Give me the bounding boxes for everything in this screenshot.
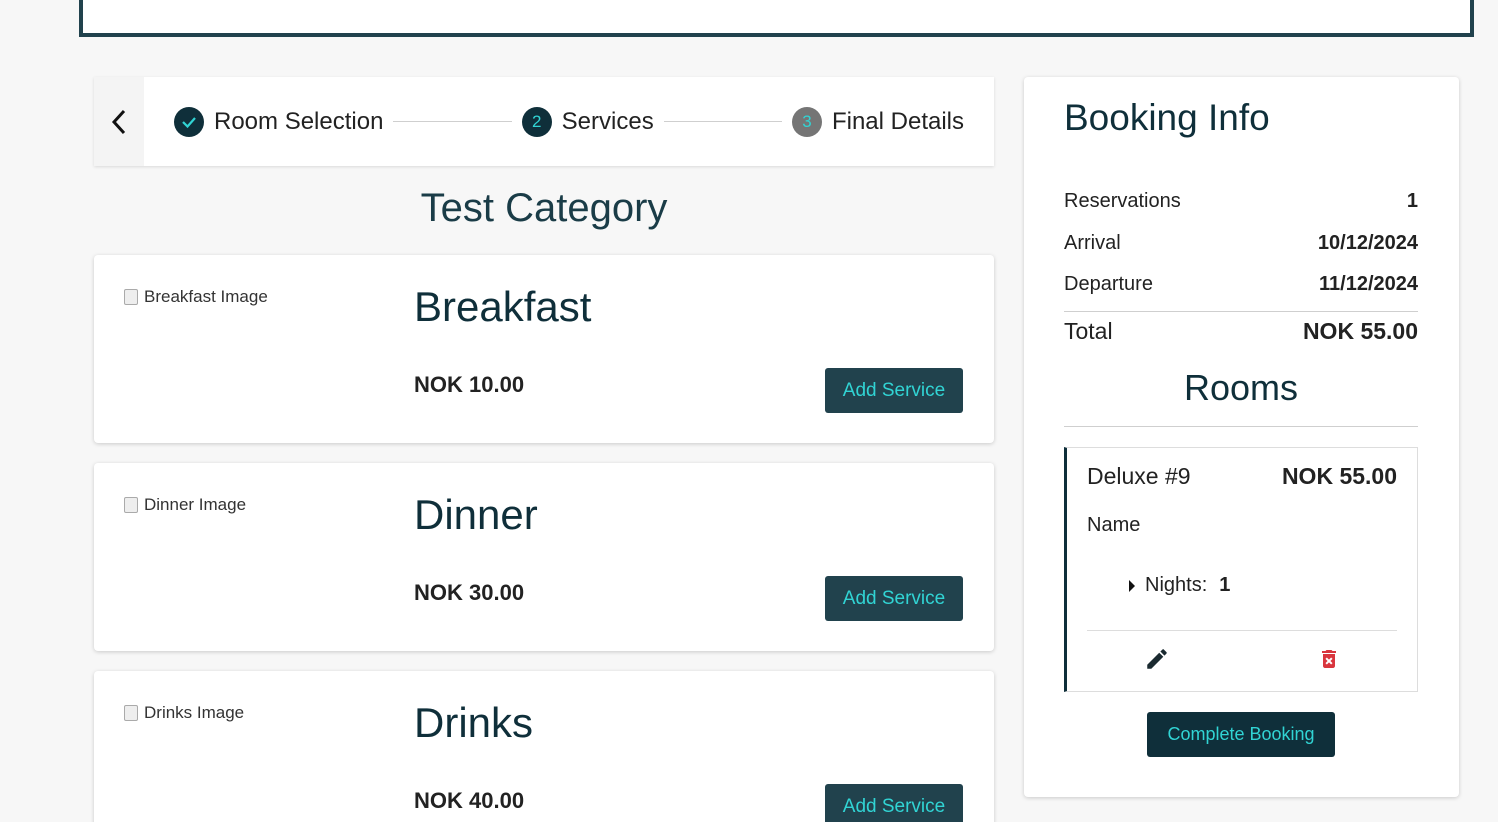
broken-image-icon bbox=[124, 289, 138, 305]
room-name: Deluxe #9 bbox=[1087, 463, 1191, 489]
service-card-dinner: Dinner Image Dinner NOK 30.00 Add Servic… bbox=[94, 463, 994, 651]
arrival-label: Arrival bbox=[1064, 232, 1121, 254]
total-value: NOK 55.00 bbox=[1302, 318, 1418, 344]
add-service-button[interactable]: Add Service bbox=[825, 368, 963, 413]
rooms-title: Rooms bbox=[1183, 367, 1299, 408]
step-connector bbox=[393, 121, 512, 122]
step-label: Final Details bbox=[831, 107, 964, 135]
check-icon bbox=[174, 106, 204, 137]
room-header: Deluxe #9 NOK 55.00 bbox=[1087, 463, 1397, 490]
chevron-left-icon bbox=[111, 109, 126, 134]
delete-room-button[interactable] bbox=[1317, 646, 1341, 677]
step-connector bbox=[663, 121, 782, 122]
service-card-breakfast: Breakfast Image Breakfast NOK 10.00 Add … bbox=[94, 255, 994, 443]
departure-label: Departure bbox=[1064, 273, 1153, 295]
top-banner bbox=[79, 0, 1474, 37]
trash-icon bbox=[1322, 650, 1336, 668]
service-name: Drinks bbox=[414, 699, 534, 746]
broken-image-icon bbox=[124, 497, 138, 513]
booking-info-panel: Booking Info Reservations 1 Arrival 10/1… bbox=[1024, 77, 1459, 797]
add-service-button[interactable]: Add Service bbox=[825, 576, 963, 621]
add-service-button[interactable]: Add Service bbox=[825, 784, 963, 822]
broken-image-icon bbox=[124, 705, 138, 721]
step-label: Room Selection bbox=[214, 107, 384, 135]
nights-label: Nights: bbox=[1145, 574, 1208, 596]
room-price: NOK 55.00 bbox=[1281, 463, 1397, 489]
service-image: Dinner Image bbox=[124, 495, 246, 515]
service-price: NOK 40.00 bbox=[414, 788, 525, 813]
caret-right-icon bbox=[1129, 579, 1135, 592]
reservations-label: Reservations bbox=[1064, 190, 1181, 212]
departure-row: Departure 11/12/2024 bbox=[1064, 273, 1418, 296]
guest-name-label: Name bbox=[1087, 514, 1141, 536]
step-services[interactable]: 2 Services bbox=[521, 106, 654, 137]
image-alt-text: Breakfast Image bbox=[144, 287, 268, 306]
service-card-drinks: Drinks Image Drinks NOK 40.00 Add Servic… bbox=[94, 671, 994, 822]
nights-value: 1 bbox=[1219, 574, 1231, 596]
back-button[interactable] bbox=[94, 77, 144, 166]
service-name: Dinner bbox=[414, 491, 538, 538]
category-title: Test Category bbox=[420, 186, 668, 230]
step-number: 2 bbox=[521, 106, 552, 137]
step-number: 3 bbox=[791, 106, 822, 137]
divider bbox=[1087, 630, 1397, 631]
complete-booking-button[interactable]: Complete Booking bbox=[1147, 712, 1335, 757]
arrival-value: 10/12/2024 bbox=[1317, 232, 1418, 254]
image-alt-text: Dinner Image bbox=[144, 495, 247, 514]
service-price: NOK 10.00 bbox=[414, 372, 525, 397]
booking-stepper: Room Selection 2 Services 3 Final Detail… bbox=[94, 77, 994, 166]
departure-value: 11/12/2024 bbox=[1319, 273, 1418, 295]
service-image: Drinks Image bbox=[124, 703, 244, 723]
service-image: Breakfast Image bbox=[124, 287, 268, 307]
booking-info-title: Booking Info bbox=[1064, 97, 1270, 138]
image-alt-text: Drinks Image bbox=[144, 703, 245, 722]
edit-room-button[interactable] bbox=[1144, 646, 1170, 677]
nights-toggle[interactable]: Nights: 1 bbox=[1127, 574, 1230, 597]
room-card: Deluxe #9 NOK 55.00 Name Nights: 1 bbox=[1064, 447, 1418, 692]
step-label: Services bbox=[561, 107, 654, 135]
service-price: NOK 30.00 bbox=[414, 580, 525, 605]
step-room-selection[interactable]: Room Selection bbox=[174, 106, 384, 137]
total-label: Total bbox=[1064, 318, 1113, 344]
arrival-row: Arrival 10/12/2024 bbox=[1064, 232, 1418, 255]
step-final-details[interactable]: 3 Final Details bbox=[791, 106, 964, 137]
total-row: Total NOK 55.00 bbox=[1064, 311, 1418, 345]
service-name: Breakfast bbox=[414, 283, 592, 330]
reservations-row: Reservations 1 bbox=[1064, 190, 1418, 213]
divider bbox=[1064, 426, 1418, 427]
pencil-icon bbox=[1147, 649, 1167, 669]
reservations-value: 1 bbox=[1406, 190, 1418, 212]
